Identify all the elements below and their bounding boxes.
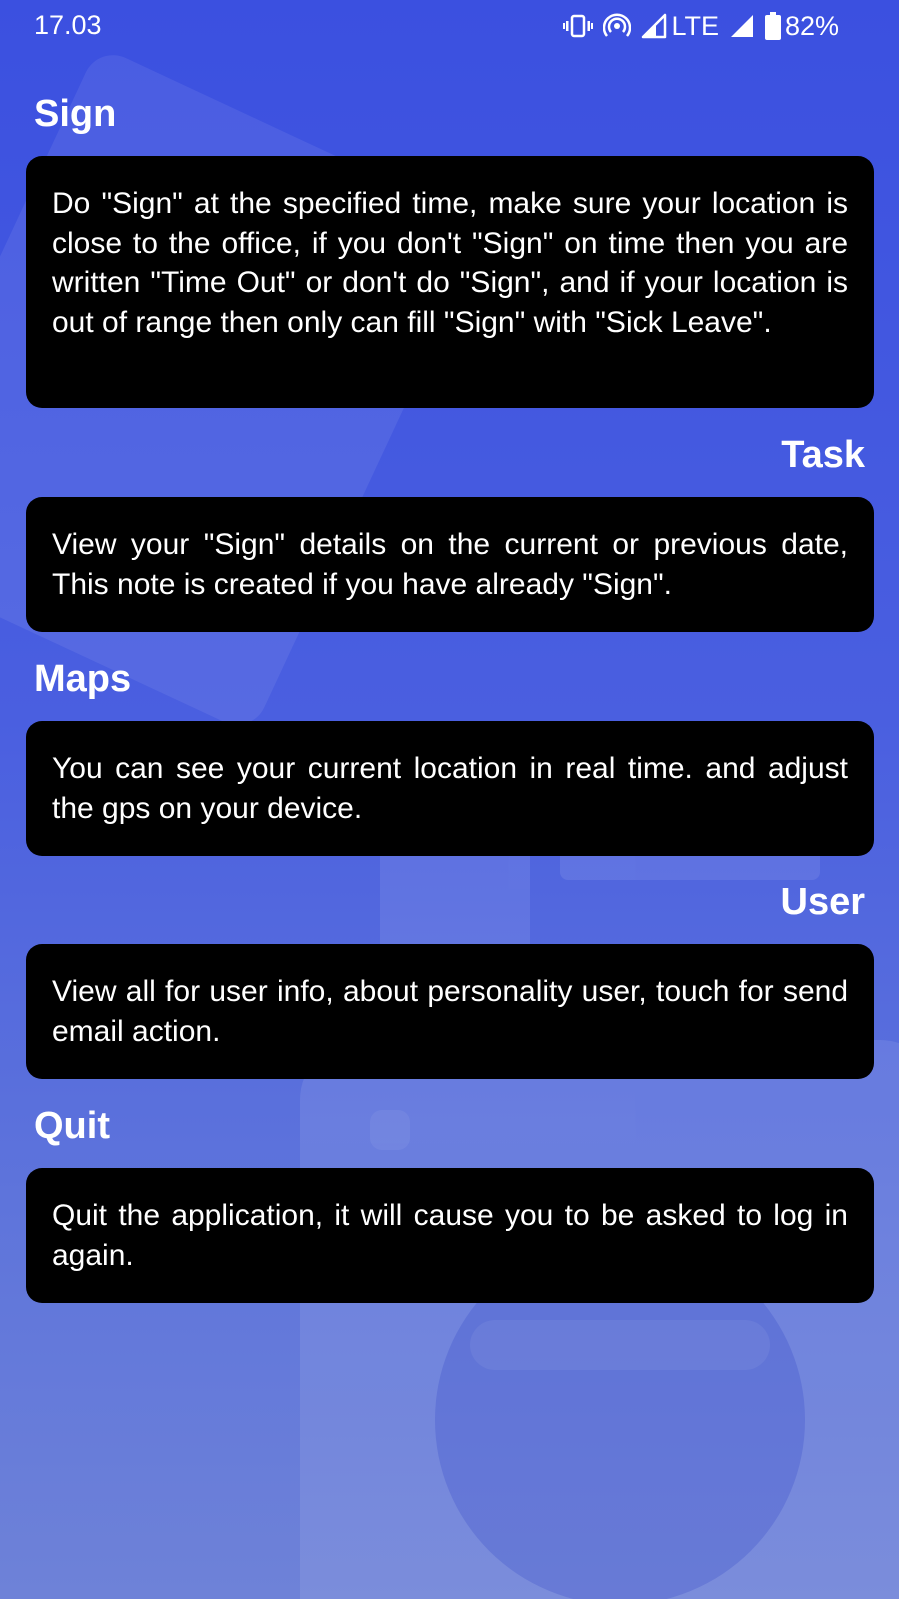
section-body-task: View your "Sign" details on the current … [52,528,848,601]
section-body-user: View all for user info, about personalit… [52,975,848,1048]
section-card-sign: Do "Sign" at the specified time, make su… [26,156,874,408]
section-card-quit: Quit the application, it will cause you … [26,1168,874,1303]
section-card-maps: You can see your current location in rea… [26,721,874,856]
section-card-task: View your "Sign" details on the current … [26,497,874,632]
section-body-sign: Do "Sign" at the specified time, make su… [52,187,848,339]
section-title-quit: Quit [34,1105,110,1147]
vibrate-icon [563,13,594,39]
hotspot-icon [603,12,632,40]
status-bar: 17.03 LTE 82% [0,0,899,50]
signal-icon [729,13,755,39]
network-type: LTE [671,10,719,41]
section-card-user: View all for user info, about personalit… [26,944,874,1079]
signal-icon [641,13,667,39]
section-title-user: User [780,881,866,923]
section-title-task: Task [781,434,865,476]
help-content: Sign Do "Sign" at the specified time, ma… [0,0,899,1599]
section-title-sign: Sign [34,93,117,135]
battery-percentage: 82% [784,10,839,41]
status-time: 17.03 [34,10,102,40]
section-title-maps: Maps [34,658,132,700]
section-body-maps: You can see your current location in rea… [52,752,848,825]
section-body-quit: Quit the application, it will cause you … [52,1199,848,1272]
battery-icon [764,12,781,40]
status-icons: LTE 82% [553,6,839,46]
